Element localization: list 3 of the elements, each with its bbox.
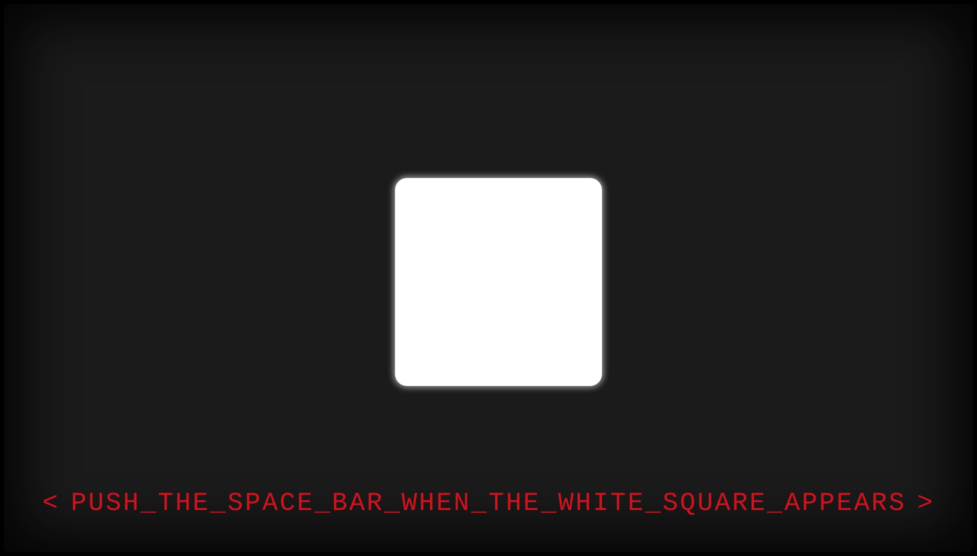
- right-marker: >: [917, 488, 935, 518]
- left-marker: <: [42, 488, 60, 518]
- instruction-text: PUSH_THE_SPACE_BAR_WHEN_THE_WHITE_SQUARE_APPEARS: [70, 488, 906, 518]
